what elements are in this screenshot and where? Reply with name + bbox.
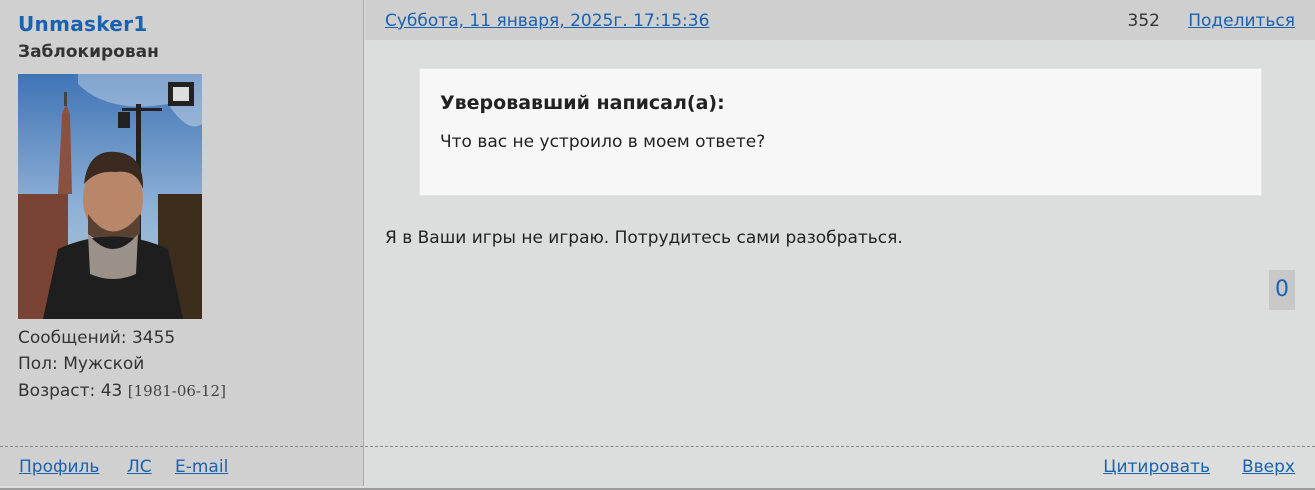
post-header: Суббота, 11 января, 2025г. 17:15:36 352 … [365, 0, 1315, 40]
pm-link[interactable]: ЛС [127, 457, 152, 477]
user-status: Заблокирован [18, 42, 159, 62]
gender-label: Пол: [18, 354, 58, 374]
post-actions: Цитировать Вверх [365, 446, 1315, 487]
user-links: Профиль ЛС E-mail [0, 446, 363, 487]
gender-value: Мужской [63, 354, 145, 374]
posts-label: Сообщений: [18, 328, 127, 348]
posts-value: 3455 [131, 328, 176, 348]
quote-button[interactable]: Цитировать [1103, 457, 1210, 477]
share-link[interactable]: Поделиться [1188, 11, 1295, 31]
username-link[interactable]: Unmasker1 [18, 12, 148, 36]
age-label: Возраст: [18, 381, 96, 401]
post-date-link[interactable]: Суббота, 11 января, 2025г. 17:15:36 [385, 11, 709, 31]
avatar-photo [18, 74, 202, 319]
forum-post: Unmasker1 Заблокирован Сообщений: 3455 П… [0, 0, 1315, 490]
email-link[interactable]: E-mail [175, 457, 228, 477]
user-age: Возраст: 43 [1981-06-12] [18, 381, 226, 401]
post-number: 352 [1127, 11, 1160, 31]
avatar [18, 74, 202, 319]
post-body: Я в Ваши игры не играю. Потрудитесь сами… [385, 228, 903, 248]
top-link[interactable]: Вверх [1242, 457, 1295, 477]
user-posts-count: Сообщений: 3455 [18, 328, 175, 348]
user-gender: Пол: Мужской [18, 354, 144, 374]
profile-link[interactable]: Профиль [19, 457, 99, 477]
birthdate: [1981-06-12] [127, 382, 226, 400]
quote-block: Уверовавший написал(а): Что вас не устро… [419, 68, 1262, 196]
user-panel: Unmasker1 Заблокирован Сообщений: 3455 П… [0, 0, 364, 486]
rating-counter[interactable]: 0 [1269, 270, 1295, 310]
age-value: 43 [100, 381, 123, 401]
quote-author: Уверовавший написал(а): [440, 92, 725, 114]
quote-text: Что вас не устроило в моем ответе? [440, 132, 766, 152]
